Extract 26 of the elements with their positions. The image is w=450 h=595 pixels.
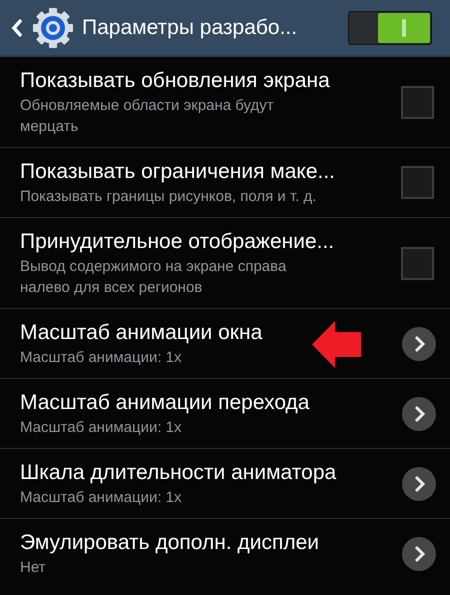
item-title: Принудительное отображение... bbox=[20, 229, 334, 255]
arrow-icon bbox=[312, 321, 361, 368]
window-title: Параметры разрабо... bbox=[82, 14, 298, 41]
toggle-switch[interactable] bbox=[348, 10, 432, 44]
item-summary: Показывать границы рисунков, поля и т. д. bbox=[20, 187, 316, 207]
item-title: Масштаб анимации окна bbox=[20, 320, 262, 346]
item-summary: Обновляемые области экрана будут мерцать bbox=[20, 96, 275, 137]
item-summary: Масштаб анимации: 1x bbox=[20, 418, 182, 438]
back-icon[interactable] bbox=[10, 16, 24, 38]
item-title: Масштаб анимации перехода bbox=[20, 390, 310, 416]
checkbox[interactable] bbox=[401, 246, 434, 280]
item-title: Эмулировать дополн. дисплеи bbox=[20, 530, 320, 556]
item-summary: Нет bbox=[20, 558, 46, 578]
chevron-right-icon[interactable] bbox=[402, 536, 436, 570]
item-summary: Вывод содержимого на экране справа налево для всех регионов bbox=[20, 257, 288, 298]
item-title: Показывать обновления экрана bbox=[20, 68, 330, 94]
item-title: Шкала длительности аниматора bbox=[20, 460, 336, 486]
chevron-right-icon[interactable] bbox=[402, 326, 436, 360]
chevron-right-icon[interactable] bbox=[402, 396, 436, 430]
checkbox[interactable] bbox=[401, 86, 434, 118]
checkbox[interactable] bbox=[401, 166, 434, 199]
chevron-right-icon[interactable] bbox=[402, 466, 436, 500]
item-summary: Масштаб анимации: 1x bbox=[20, 488, 182, 508]
gear-icon bbox=[32, 6, 74, 48]
item-summary: Масштаб анимации: 1x bbox=[20, 348, 182, 368]
item-title: Показывать ограничения маке... bbox=[20, 159, 336, 185]
